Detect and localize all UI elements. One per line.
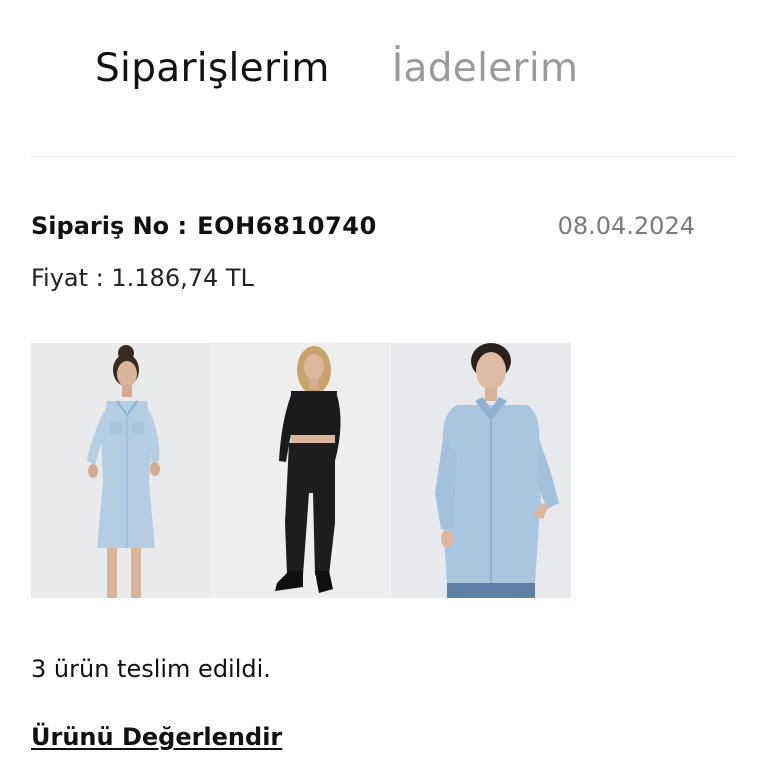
product-images	[31, 343, 571, 598]
denim-shirt-illustration	[391, 343, 571, 598]
denim-dress-illustration	[31, 343, 211, 598]
delivery-status: 3 ürün teslim edildi.	[31, 655, 271, 683]
order-number: Sipariş No : EOH6810740	[31, 212, 377, 240]
black-outfit-illustration	[211, 343, 391, 598]
order-number-label: Sipariş No :	[31, 212, 188, 240]
product-image-denim-shirt[interactable]	[391, 343, 571, 598]
order-number-value: EOH6810740	[197, 212, 377, 240]
divider	[31, 156, 736, 157]
tab-orders[interactable]: Siparişlerim	[95, 46, 330, 91]
order-price: Fiyat : 1.186,74 TL	[31, 264, 254, 292]
product-image-denim-dress[interactable]	[31, 343, 211, 598]
review-product-link[interactable]: Ürünü Değerlendir	[31, 723, 282, 751]
tab-returns[interactable]: İadelerim	[392, 46, 579, 91]
order-date: 08.04.2024	[557, 212, 695, 240]
order-tabs: Siparişlerim İadelerim	[95, 38, 578, 98]
product-image-black-outfit[interactable]	[211, 343, 391, 598]
